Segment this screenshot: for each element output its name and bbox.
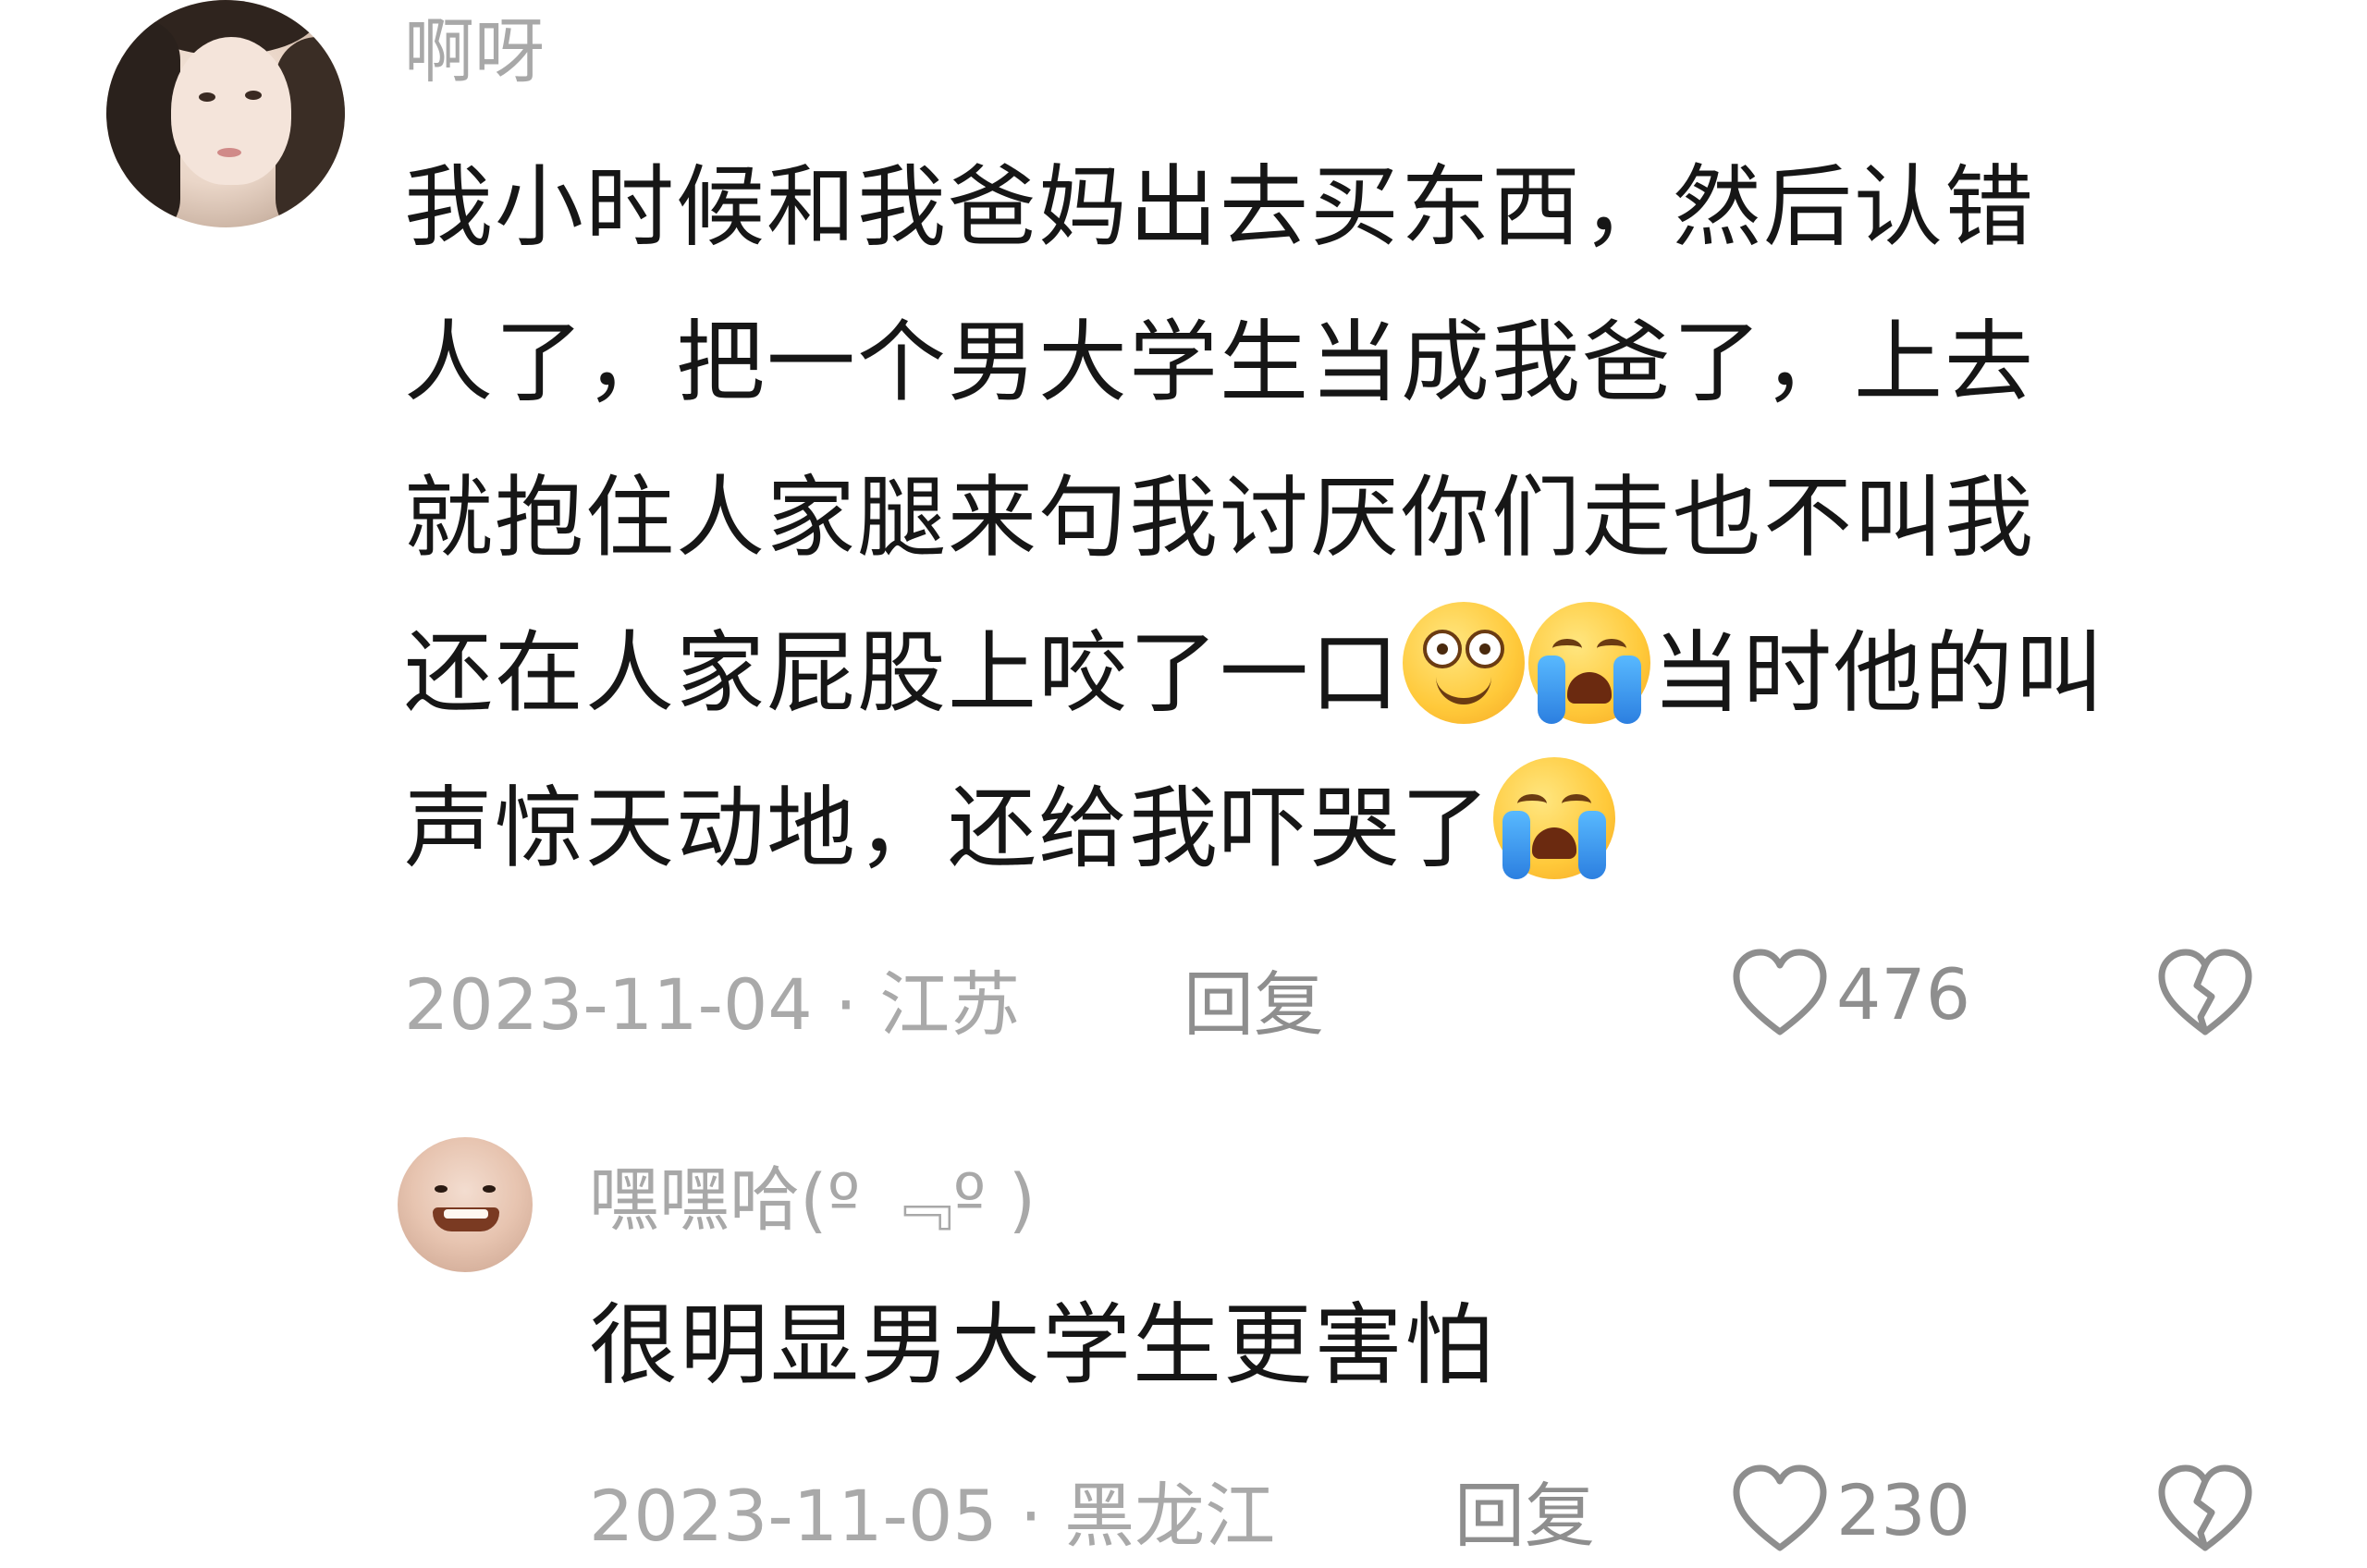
emoji-mouth (1532, 827, 1576, 859)
comment-text-line: 我小时候和我爸妈出去买东西，然后认错 (404, 155, 2035, 259)
avatar-hair (106, 18, 180, 227)
comment-text: 很明显男大学生更害怕 (589, 1276, 2161, 1415)
broken-heart-outline-icon[interactable] (2154, 943, 2256, 1045)
comment-text-line: 人了，把一个男大学生当成我爸了，上去 (404, 311, 2035, 414)
username[interactable]: 啊呀 (404, 17, 545, 87)
avatar-face (171, 37, 291, 185)
emoji-mouth (1567, 672, 1612, 704)
comment-text-segment: 当时他的叫 (1652, 621, 2105, 725)
crying-face-emoji (1493, 757, 1615, 879)
comment-date-location: 2023-11-04 · 江苏 (404, 963, 1021, 1046)
avatar-eye (435, 1185, 448, 1193)
comment-text-segment: 还在人家屁股上咬了一口 (404, 621, 1401, 725)
username[interactable]: 嘿嘿哈(º ﹃º ) (589, 1165, 1036, 1235)
comment-text-line: 声惊天动地，还给我吓哭了 (404, 751, 2290, 906)
comment-meta: 2023-11-04 · 江苏 (404, 952, 1020, 1046)
heart-outline-icon (1733, 949, 1827, 1035)
comment-meta: 2023-11-05 · 黑龙江 (589, 1464, 1275, 1557)
avatar-teeth (444, 1209, 488, 1219)
broken-heart-outline-icon[interactable] (2154, 1459, 2256, 1561)
like-button[interactable]: 476 (1729, 943, 1970, 1045)
emoji-eye (1466, 630, 1504, 668)
comment-text-line: 很明显男大学生更害怕 (589, 1293, 1495, 1397)
comment-text-line: 还在人家屁股上咬了一口 当时他的叫 (404, 595, 2290, 751)
comment-main: 啊呀 我小时候和我爸妈出去买东西，然后认错 人了，把一个男大学生当成我爸了，上去… (0, 0, 2367, 1072)
like-count: 476 (1836, 952, 1971, 1035)
avatar-lips (217, 148, 241, 157)
comment-thread: 啊呀 我小时候和我爸妈出去买东西，然后认错 人了，把一个男大学生当成我爸了，上去… (0, 0, 2367, 1568)
reply-button[interactable]: 回复 (1184, 952, 1324, 1046)
emoji-eye (1423, 630, 1462, 668)
avatar-eye (245, 91, 262, 100)
avatar-eye (199, 92, 215, 102)
crying-face-emoji (1528, 602, 1650, 724)
comment-text: 我小时候和我爸妈出去买东西，然后认错 人了，把一个男大学生当成我爸了，上去 就抱… (404, 129, 2290, 906)
emoji-tear (1502, 811, 1530, 879)
avatar-eye (483, 1185, 496, 1193)
like-button[interactable]: 230 (1729, 1459, 1970, 1561)
comment-date-location: 2023-11-05 · 黑龙江 (589, 1475, 1276, 1557)
emoji-tear (1578, 811, 1606, 879)
reply-button[interactable]: 回复 (1454, 1464, 1595, 1557)
emoji-mouth (1436, 674, 1491, 704)
emoji-tear (1613, 655, 1641, 724)
emoji-tear (1538, 655, 1565, 724)
like-count: 230 (1836, 1468, 1971, 1551)
comment-text-line: 就抱住人家腿来句我讨厌你们走也不叫我 (404, 466, 2035, 570)
heart-outline-icon (1733, 1464, 1827, 1551)
avatar[interactable] (106, 0, 345, 227)
comment-text-segment: 声惊天动地，还给我吓哭了 (404, 777, 1491, 880)
avatar[interactable] (398, 1137, 533, 1272)
silly-face-emoji (1403, 602, 1525, 724)
